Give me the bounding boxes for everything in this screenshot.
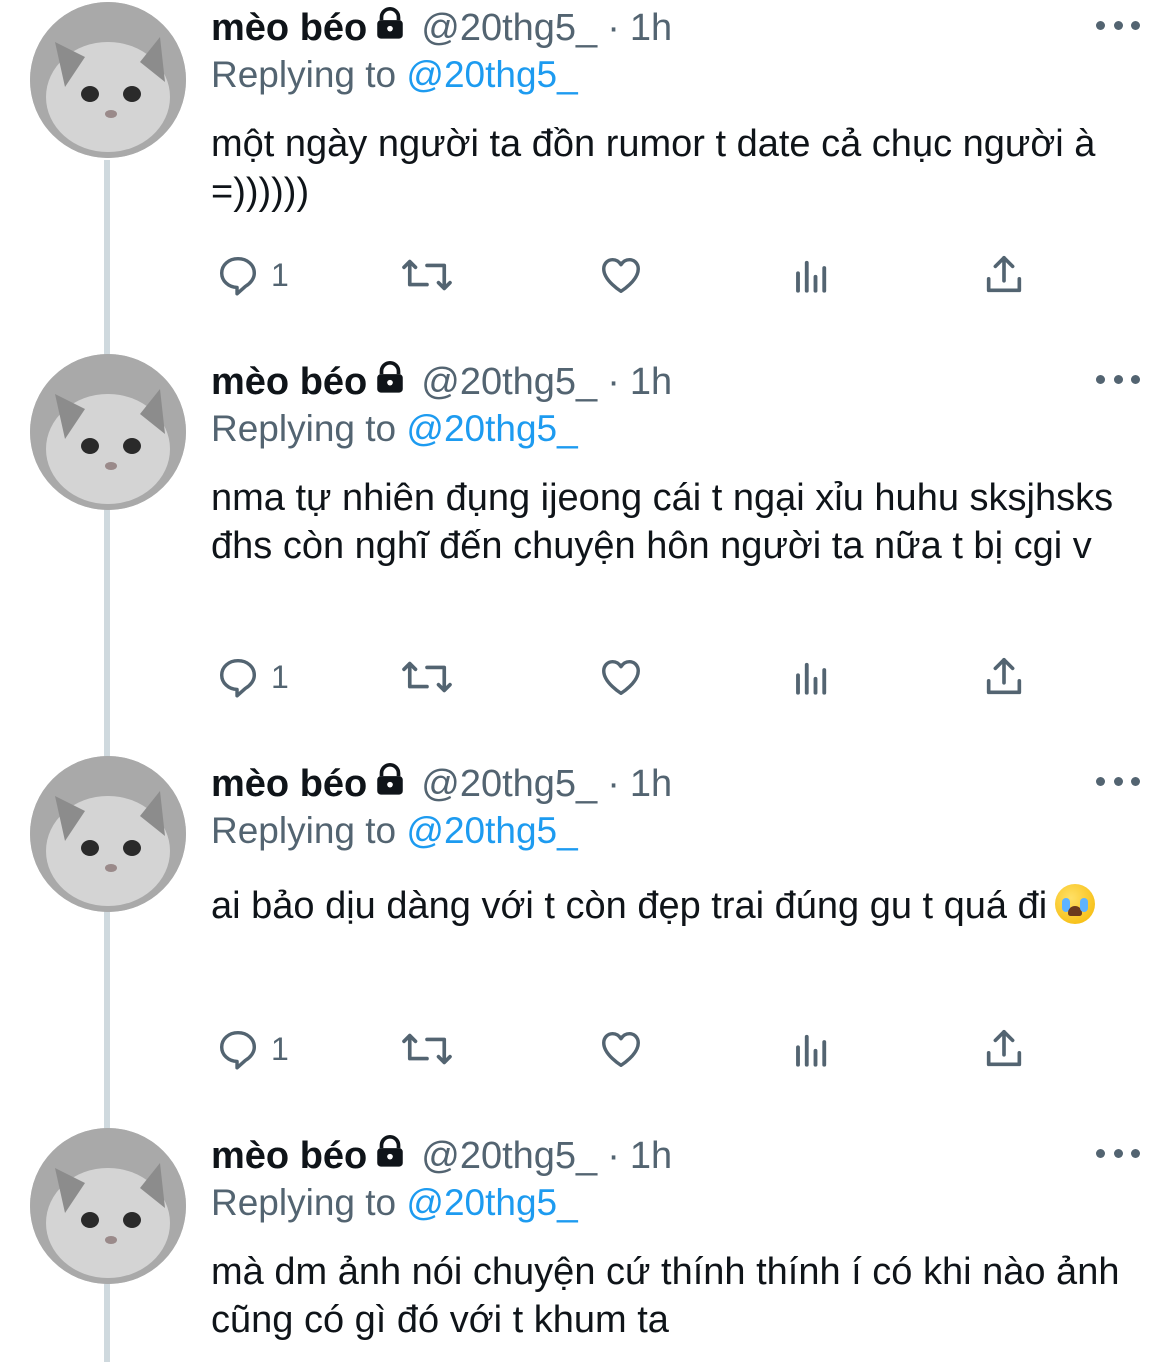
loudly-crying-face-icon [1055,884,1096,924]
handle[interactable]: @20thg5_ [421,1135,597,1178]
timestamp[interactable]: 1h [630,1135,672,1178]
more-icon[interactable] [1096,766,1140,796]
tweet-4[interactable]: mèo béo @20thg5_ · 1h Replying to @20thg… [0,1128,1170,1362]
share-icon [986,1029,1022,1067]
retweet-button[interactable] [399,252,455,298]
replying-to: Replying to @20thg5_ [211,54,578,96]
handle[interactable]: @20thg5_ [421,361,597,404]
retweet-button[interactable] [399,654,455,700]
tweet-1[interactable]: mèo béo @20thg5_ · 1h Replying to @20thg… [0,0,1170,340]
replying-label: Replying to [211,1182,397,1223]
reply-icon [219,256,257,296]
more-icon[interactable] [1096,1138,1140,1168]
tweet-header: mèo béo @20thg5_ · 1h [211,354,672,410]
timestamp[interactable]: 1h [630,763,672,806]
avatar[interactable] [30,756,186,912]
views-icon [796,260,827,293]
views-icon [796,662,827,695]
like-button[interactable] [597,654,645,700]
separator-dot: · [607,762,620,805]
replying-label: Replying to [211,810,397,851]
replying-label: Replying to [211,408,397,449]
tweet-text-content: ai bảo dịu dàng với t còn đẹp trai đúng … [211,885,1048,927]
timestamp[interactable]: 1h [630,361,672,404]
retweet-icon [402,1033,452,1065]
tweet-header: mèo béo @20thg5_ · 1h [211,1128,672,1184]
more-icon[interactable] [1096,10,1140,40]
lock-icon [373,762,407,806]
display-name[interactable]: mèo béo [211,7,367,50]
avatar[interactable] [30,2,186,158]
tweet-3[interactable]: mèo béo @20thg5_ · 1h Replying to @20thg… [0,756,1170,1116]
reply-count: 1 [271,658,289,695]
share-icon [986,255,1022,293]
replying-to: Replying to @20thg5_ [211,408,578,450]
replying-label: Replying to [211,54,397,95]
mention-link[interactable]: @20thg5_ [406,408,577,449]
like-button[interactable] [597,252,645,298]
mention-link[interactable]: @20thg5_ [406,810,577,851]
avatar[interactable] [30,1128,186,1284]
share-button[interactable] [981,252,1027,298]
reply-button[interactable]: 1 [215,1026,289,1072]
reply-icon [219,658,257,698]
display-name[interactable]: mèo béo [211,361,367,404]
views-button[interactable] [791,654,833,700]
views-button[interactable] [791,1026,833,1072]
like-icon [602,659,640,696]
tweet-text: mà dm ảnh nói chuyện cứ thính thính í có… [211,1251,1120,1341]
reply-button[interactable]: 1 [215,654,289,700]
lock-icon [373,360,407,404]
views-button[interactable] [791,252,833,298]
avatar[interactable] [30,354,186,510]
action-bar: 1 [211,654,1041,704]
share-button[interactable] [981,1026,1027,1072]
tweet-text: một ngày người ta đồn rumor t date cả ch… [211,123,1096,213]
like-icon [602,1031,640,1068]
action-bar: 1 [211,252,1041,302]
retweet-button[interactable] [399,1026,455,1072]
reply-count: 1 [271,1030,289,1067]
tweet-text: nma tự nhiên đụng ijeong cái t ngại xỉu … [211,477,1114,567]
reply-count: 1 [271,256,289,293]
handle[interactable]: @20thg5_ [421,763,597,806]
like-icon [602,257,640,294]
handle[interactable]: @20thg5_ [421,7,597,50]
timestamp[interactable]: 1h [630,7,672,50]
tweet-header: mèo béo @20thg5_ · 1h [211,756,672,812]
share-icon [986,657,1022,695]
like-button[interactable] [597,1026,645,1072]
display-name[interactable]: mèo béo [211,1135,367,1178]
retweet-icon [402,661,452,693]
separator-dot: · [607,360,620,403]
tweet-header: mèo béo @20thg5_ · 1h [211,0,672,56]
views-icon [796,1034,827,1067]
separator-dot: · [607,6,620,49]
mention-link[interactable]: @20thg5_ [406,1182,577,1223]
replying-to: Replying to @20thg5_ [211,1182,578,1224]
lock-icon [373,1134,407,1178]
tweet-2[interactable]: mèo béo @20thg5_ · 1h Replying to @20thg… [0,354,1170,754]
separator-dot: · [607,1134,620,1177]
reply-button[interactable]: 1 [215,252,289,298]
retweet-icon [402,259,452,291]
replying-to: Replying to @20thg5_ [211,810,578,852]
action-bar: 1 [211,1026,1041,1076]
lock-icon [373,6,407,50]
more-icon[interactable] [1096,364,1140,394]
mention-link[interactable]: @20thg5_ [406,54,577,95]
reply-icon [219,1030,257,1070]
share-button[interactable] [981,654,1027,700]
display-name[interactable]: mèo béo [211,763,367,806]
tweet-text: ai bảo dịu dàng với t còn đẹp trai đúng … [211,878,1131,934]
